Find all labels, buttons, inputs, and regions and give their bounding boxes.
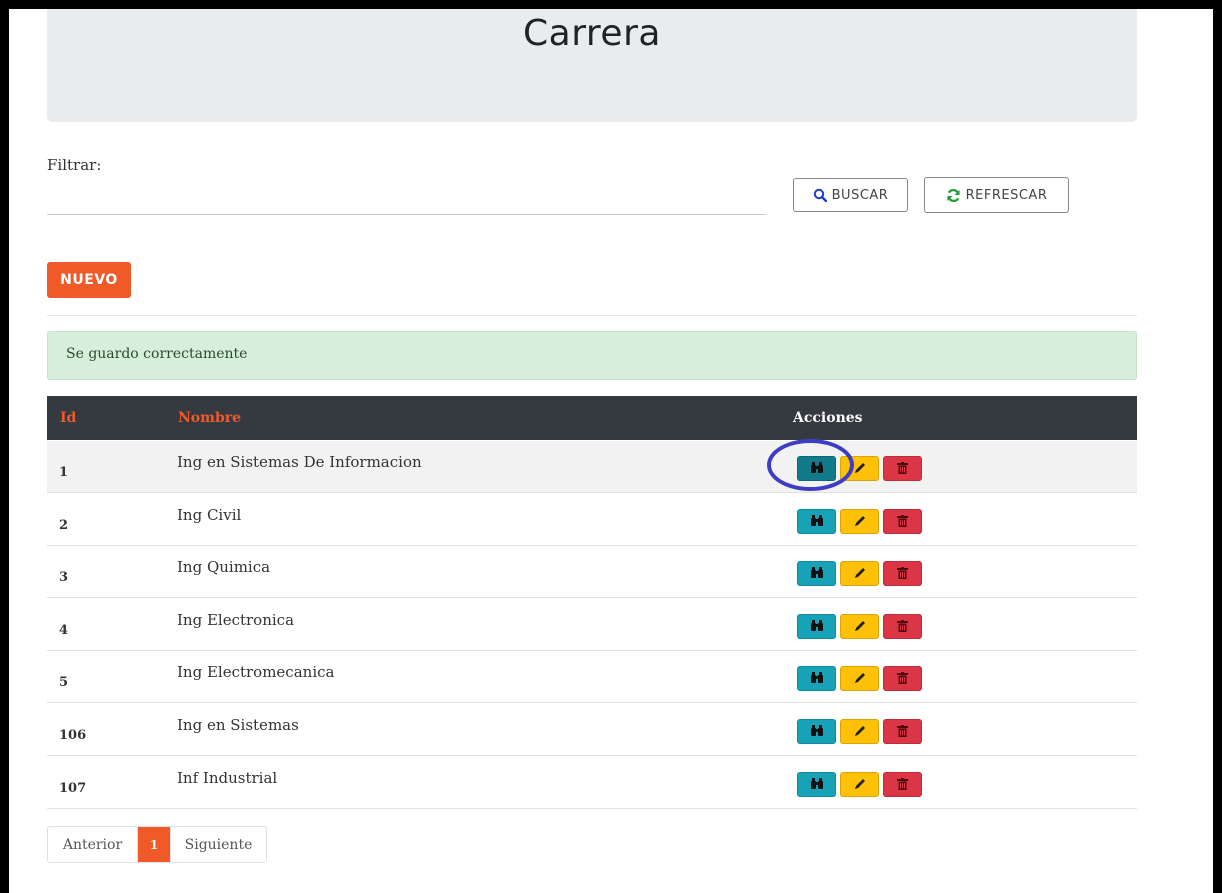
view-button[interactable]	[797, 613, 836, 639]
trash-icon	[897, 617, 908, 636]
cell-name: Ing Quimica	[177, 558, 271, 577]
pagination-current[interactable]: 1	[138, 827, 170, 862]
pagination-prev[interactable]: Anterior	[48, 827, 138, 862]
trash-icon	[897, 459, 908, 478]
refresh-button[interactable]: REFRESCAR	[924, 177, 1069, 213]
filter-label: Filtrar:	[47, 156, 102, 174]
refresh-icon	[947, 188, 960, 202]
edit-button[interactable]	[840, 666, 879, 692]
cell-id: 4	[59, 622, 69, 638]
edit-button[interactable]	[840, 771, 879, 797]
row-actions	[797, 771, 922, 798]
search-button[interactable]: BUSCAR	[793, 178, 908, 212]
column-header-name: Nombre	[178, 410, 242, 426]
column-header-actions: Acciones	[793, 410, 863, 426]
delete-button[interactable]	[883, 771, 922, 797]
row-actions	[797, 613, 922, 640]
trash-icon	[897, 775, 908, 794]
binoculars-icon	[810, 564, 824, 583]
cell-name: Ing Civil	[177, 505, 242, 524]
page-title: Carrera	[523, 13, 661, 54]
delete-button[interactable]	[883, 719, 922, 744]
delete-button[interactable]	[883, 561, 922, 587]
alert-message: Se guardo correctamente	[66, 346, 248, 362]
search-button-label: BUSCAR	[831, 187, 889, 203]
pagination-next[interactable]: Siguiente	[170, 827, 266, 862]
cell-id: 3	[59, 570, 69, 586]
cell-name: Ing en Sistemas	[177, 716, 299, 734]
table-row: 2 Ing Civil	[47, 494, 1137, 546]
view-button[interactable]	[797, 719, 836, 744]
view-button[interactable]	[797, 561, 836, 587]
table-row: 107 Inf Industrial	[47, 757, 1137, 809]
delete-button[interactable]	[883, 613, 922, 639]
table-row: 5 Ing Electromecanica	[47, 651, 1137, 704]
cell-name: Inf Industrial	[177, 768, 278, 787]
cell-name: Ing Electromecanica	[177, 663, 335, 682]
table-header: Id Nombre Acciones	[47, 396, 1137, 440]
trash-icon	[897, 669, 908, 688]
binoculars-icon	[810, 669, 824, 688]
cell-id: 1	[59, 465, 69, 480]
page-header: Carrera	[47, 9, 1137, 122]
edit-button[interactable]	[840, 456, 879, 481]
pencil-icon	[854, 459, 866, 478]
view-button[interactable]	[797, 456, 836, 481]
binoculars-icon	[810, 617, 824, 636]
cell-id: 5	[59, 675, 69, 691]
pencil-icon	[854, 564, 866, 583]
pagination: Anterior 1 Siguiente	[47, 826, 267, 863]
trash-icon	[897, 722, 908, 741]
pencil-icon	[854, 775, 866, 794]
binoculars-icon	[810, 512, 824, 531]
trash-icon	[897, 564, 908, 583]
pencil-icon	[854, 669, 866, 688]
new-button[interactable]: NUEVO	[47, 262, 131, 298]
edit-button[interactable]	[840, 508, 879, 534]
cell-id: 106	[59, 728, 87, 743]
row-actions	[797, 456, 922, 482]
view-button[interactable]	[797, 666, 836, 692]
edit-button[interactable]	[840, 561, 879, 587]
delete-button[interactable]	[883, 508, 922, 534]
column-header-id: Id	[60, 410, 77, 426]
delete-button[interactable]	[883, 456, 922, 481]
row-actions	[797, 719, 922, 745]
cell-id: 107	[59, 780, 87, 796]
view-button[interactable]	[797, 508, 836, 534]
cell-name: Ing en Sistemas De Informacion	[177, 453, 422, 471]
binoculars-icon	[810, 775, 824, 794]
row-actions	[797, 508, 922, 535]
trash-icon	[897, 512, 908, 531]
divider	[47, 315, 1137, 316]
edit-button[interactable]	[840, 613, 879, 639]
delete-button[interactable]	[883, 666, 922, 692]
table-row: 3 Ing Quimica	[47, 546, 1137, 599]
pencil-icon	[854, 722, 866, 741]
binoculars-icon	[810, 459, 824, 478]
row-actions	[797, 561, 922, 587]
pencil-icon	[854, 512, 866, 531]
binoculars-icon	[810, 722, 824, 741]
table-row: 1 Ing en Sistemas De Informacion	[47, 441, 1137, 493]
cell-name: Ing Electronica	[177, 610, 295, 629]
view-button[interactable]	[797, 771, 836, 797]
pencil-icon	[854, 617, 866, 636]
table-row: 106 Ing en Sistemas	[47, 704, 1137, 756]
edit-button[interactable]	[840, 719, 879, 744]
success-alert: Se guardo correctamente	[47, 331, 1137, 380]
refresh-button-label: REFRESCAR	[965, 187, 1048, 203]
table-row: 4 Ing Electronica	[47, 599, 1137, 651]
cell-id: 2	[59, 517, 69, 533]
search-icon	[813, 188, 827, 202]
row-actions	[797, 666, 922, 692]
filter-input[interactable]	[47, 190, 766, 215]
